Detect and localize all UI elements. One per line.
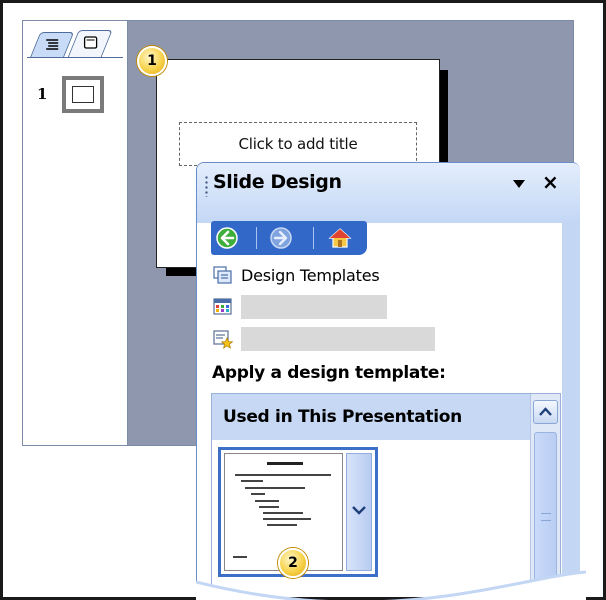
nav-separator: [313, 227, 314, 249]
slide-thumbnail[interactable]: [62, 76, 104, 113]
color-schemes-link[interactable]: [213, 295, 387, 319]
design-templates-link[interactable]: Design Templates: [213, 264, 380, 286]
template-gallery: Used in This Presentation: [211, 393, 561, 596]
home-icon[interactable]: [328, 226, 352, 250]
outline-tab-icon: [46, 39, 59, 50]
chevron-up-icon: [539, 407, 552, 416]
animation-schemes-label-placeholder: [241, 327, 435, 351]
task-pane-nav-bar: [211, 221, 367, 255]
close-icon[interactable]: ×: [542, 170, 559, 194]
slides-pane: 1: [22, 20, 128, 446]
animation-schemes-link[interactable]: [213, 327, 435, 351]
design-templates-icon: [213, 266, 232, 284]
slides-tab-icon: [83, 36, 98, 49]
gallery-scrollbar[interactable]: [530, 394, 560, 596]
task-pane-title: Slide Design: [213, 171, 342, 193]
callout-2: 2: [278, 548, 308, 578]
triangle-down-icon[interactable]: [513, 180, 525, 188]
scroll-up-button[interactable]: [533, 400, 558, 424]
slide-number: 1: [37, 85, 48, 103]
apply-template-heading: Apply a design template:: [212, 363, 446, 383]
scroll-grip: [541, 513, 551, 521]
task-pane-edge: [562, 223, 580, 596]
slide-thumbnail-inner: [72, 86, 94, 103]
forward-arrow-icon[interactable]: [269, 226, 293, 250]
callout-1: 1: [137, 46, 167, 76]
design-templates-label: Design Templates: [241, 265, 380, 285]
back-arrow-icon[interactable]: [215, 226, 239, 250]
color-schemes-icon: [213, 298, 232, 315]
animation-schemes-icon: [213, 330, 233, 349]
task-pane-grip-icon[interactable]: [205, 175, 208, 197]
title-placeholder[interactable]: Click to add title: [179, 122, 417, 166]
chevron-down-icon: [352, 506, 366, 515]
template-dropdown[interactable]: [346, 453, 372, 571]
gallery-section-header: Used in This Presentation: [212, 394, 530, 440]
torn-edge: [196, 570, 586, 600]
tab-underline: [27, 57, 123, 58]
slides-tab[interactable]: [67, 30, 113, 58]
nav-separator: [256, 227, 257, 249]
pane-tabs: [27, 24, 123, 60]
color-schemes-label-placeholder: [241, 295, 387, 319]
slide-design-task-pane: Slide Design × Design Templates Apply a …: [196, 162, 580, 596]
